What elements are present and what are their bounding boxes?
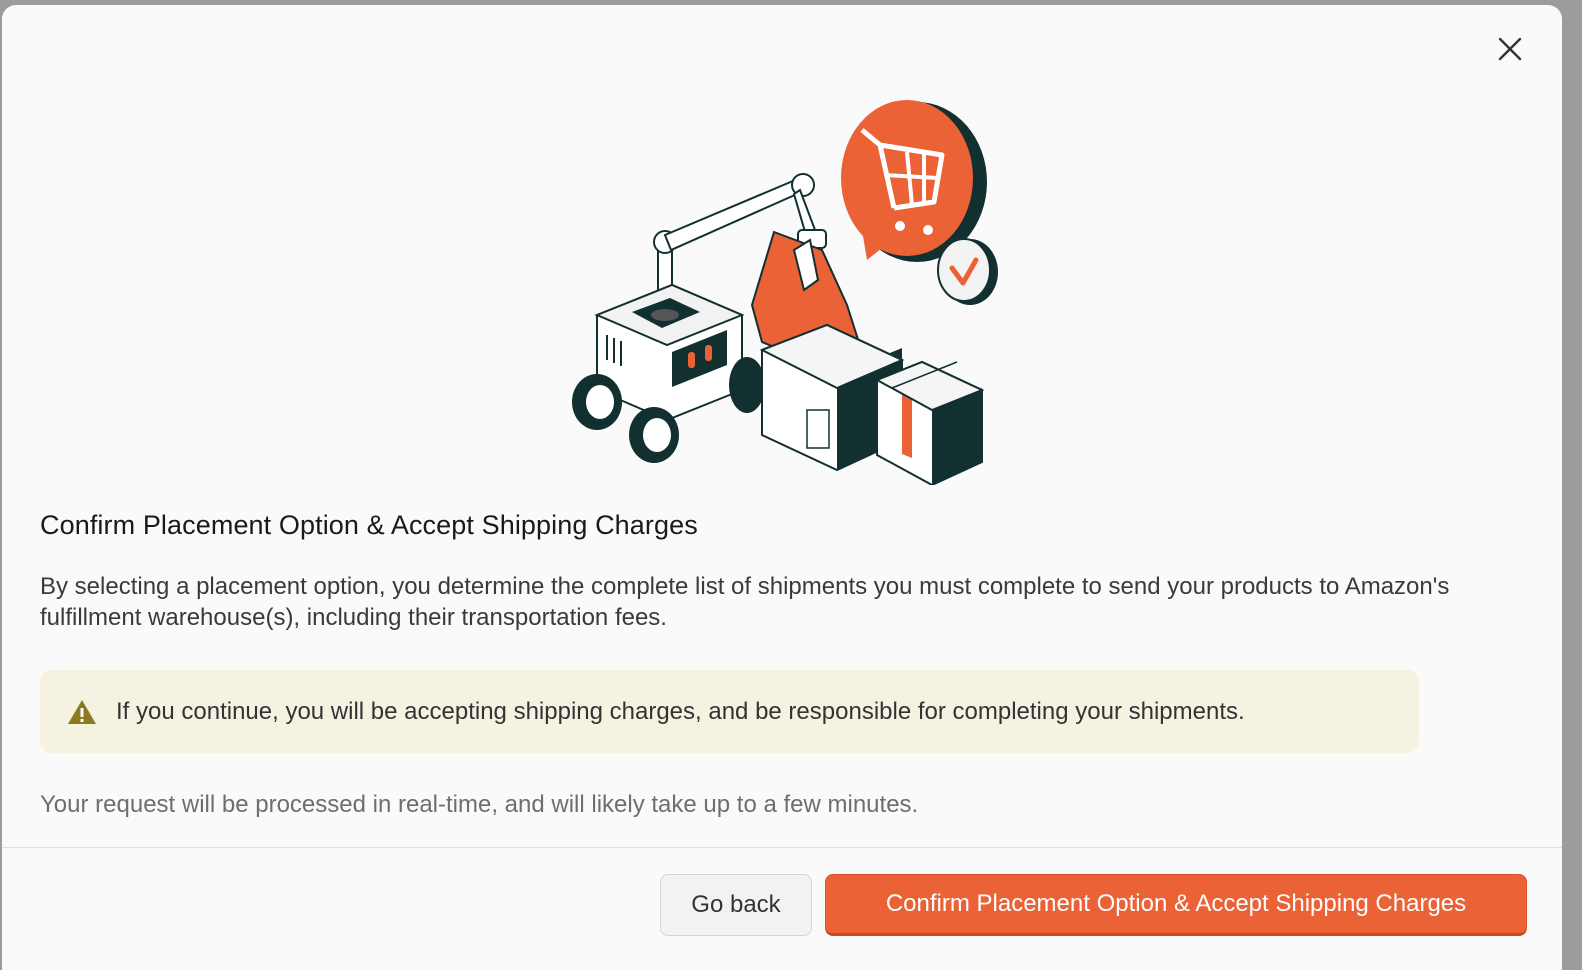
confirm-placement-button[interactable]: Confirm Placement Option & Accept Shippi…: [825, 874, 1527, 936]
robot-packing-boxes-illustration: [572, 100, 998, 485]
warning-triangle-icon: [68, 699, 96, 724]
shopping-cart-bubble-icon: [841, 100, 998, 305]
footer-divider: [2, 847, 1562, 848]
processing-note: Your request will be processed in real-t…: [40, 791, 919, 818]
go-back-button[interactable]: Go back: [660, 874, 812, 936]
confirm-placement-dialog: Confirm Placement Option & Accept Shippi…: [2, 5, 1562, 970]
stacked-boxes-icon: [759, 323, 985, 485]
robot-vehicle-icon: [572, 283, 765, 463]
close-icon: [1498, 37, 1522, 61]
warning-text: If you continue, you will be accepting s…: [116, 697, 1245, 725]
close-button[interactable]: [1494, 33, 1526, 65]
dialog-description: By selecting a placement option, you det…: [40, 573, 1450, 631]
dialog-title: Confirm Placement Option & Accept Shippi…: [40, 510, 698, 540]
warning-banner: If you continue, you will be accepting s…: [40, 670, 1419, 753]
